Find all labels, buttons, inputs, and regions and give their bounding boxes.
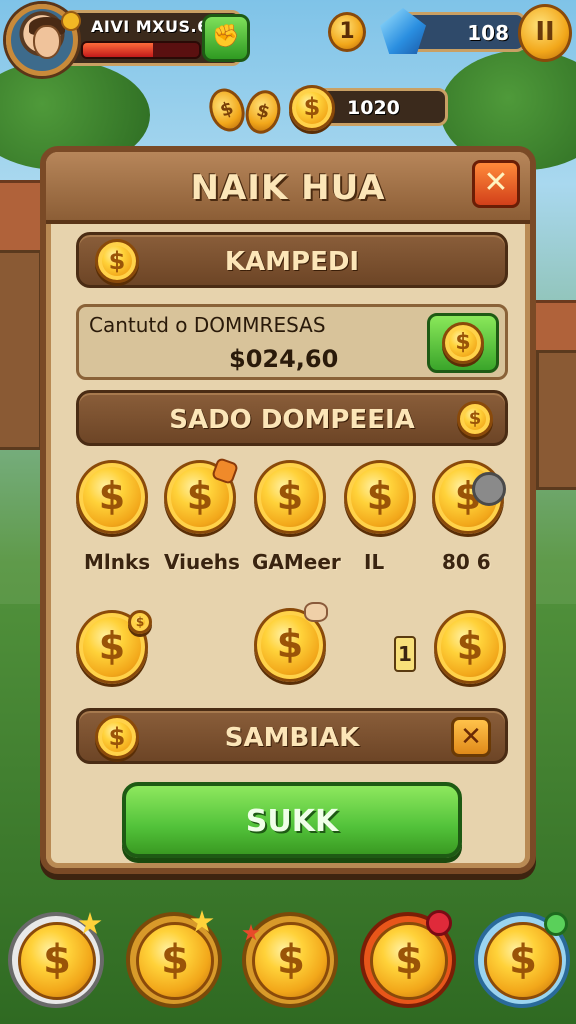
bottom-coin-button-2[interactable]: $ <box>126 910 222 1008</box>
coin-icon: $ <box>240 86 286 138</box>
bottom-coin-button-5[interactable]: $ <box>474 912 570 1008</box>
info-label: Cantutd o DOMMRESAS <box>89 313 326 337</box>
avatar-badge-icon <box>61 11 81 31</box>
coin-stack-icon: $ $ <box>203 83 286 138</box>
quantity-tag: 1 <box>394 636 416 672</box>
section-bar-sambiak: $ SAMBIAK ✕ <box>76 708 508 764</box>
grid-label: IL <box>364 550 385 574</box>
section-title: SAMBIAK <box>224 723 360 753</box>
grid-label: 80 6 <box>442 550 491 574</box>
coin-icon: $ <box>203 83 251 137</box>
fist-icon[interactable]: ✊ <box>202 14 250 62</box>
dismiss-button[interactable]: ✕ <box>451 717 491 757</box>
bottom-coin-button-4[interactable]: $ <box>360 910 456 1008</box>
lock-icon <box>472 472 506 506</box>
dialog-header: NAIK HUA ✕ <box>46 152 530 224</box>
coin-icon: $ <box>18 922 96 1000</box>
reward-coin-3[interactable]: $ <box>254 460 326 534</box>
close-button[interactable]: ✕ <box>472 160 520 208</box>
coin-icon: $ <box>289 85 335 131</box>
avatar-face <box>33 25 61 59</box>
grid-label: GAMeer <box>252 550 341 574</box>
section-bar-kampedi: $ KAMPEDI <box>76 232 508 288</box>
coin-counter: $ 1020 <box>289 85 448 131</box>
coin-icon: $ <box>136 922 214 1000</box>
health-bar-fill <box>83 43 153 57</box>
hut-left <box>0 250 42 450</box>
hut-right <box>536 350 576 490</box>
coin-icon: $ <box>457 401 493 437</box>
confirm-label: SUKK <box>245 804 339 839</box>
section-title: KAMPEDI <box>224 247 360 277</box>
info-box: Cantutd o DOMMRESAS $024,60 $ <box>76 304 508 380</box>
section-bar-sado: SADO DOMPEEIA $ <box>76 390 508 446</box>
plus-badge-icon <box>544 912 568 936</box>
bottom-coin-button-1[interactable]: $ <box>8 912 104 1008</box>
level-badge: 1 <box>328 12 366 52</box>
collect-coin-button[interactable]: $ <box>427 313 499 373</box>
section-title: SADO DOMPEEIA <box>169 405 415 435</box>
coin-value: 1020 <box>347 97 400 119</box>
pause-button[interactable]: II <box>518 4 572 62</box>
health-bar <box>81 41 201 59</box>
reward-dialog: NAIK HUA ✕ $ KAMPEDI Cantutd o DOMMRESAS… <box>40 146 536 874</box>
reward-coin-1[interactable]: $ <box>76 460 148 534</box>
bottom-coin-button-3[interactable]: $ <box>242 912 338 1008</box>
reward-coin-4[interactable]: $ <box>344 460 416 534</box>
coin-icon: $ <box>442 322 484 364</box>
coin-icon: $ <box>252 922 330 1000</box>
coin-badge-icon: $ <box>128 610 152 634</box>
avatar[interactable] <box>6 4 81 76</box>
info-amount: $024,60 <box>229 345 339 373</box>
grid-label: Mlnks <box>84 550 151 574</box>
grid-label: Viuehs <box>164 550 240 574</box>
confirm-button[interactable]: SUKK <box>122 782 462 858</box>
gem-value: 108 <box>467 21 509 45</box>
reward-coin-8[interactable]: $ <box>434 610 506 684</box>
dialog-title: NAIK HUA <box>190 168 386 208</box>
badge-icon <box>304 602 328 622</box>
notification-dot-icon <box>426 910 452 936</box>
player-name: AIVI MXUS.6 <box>91 17 209 36</box>
